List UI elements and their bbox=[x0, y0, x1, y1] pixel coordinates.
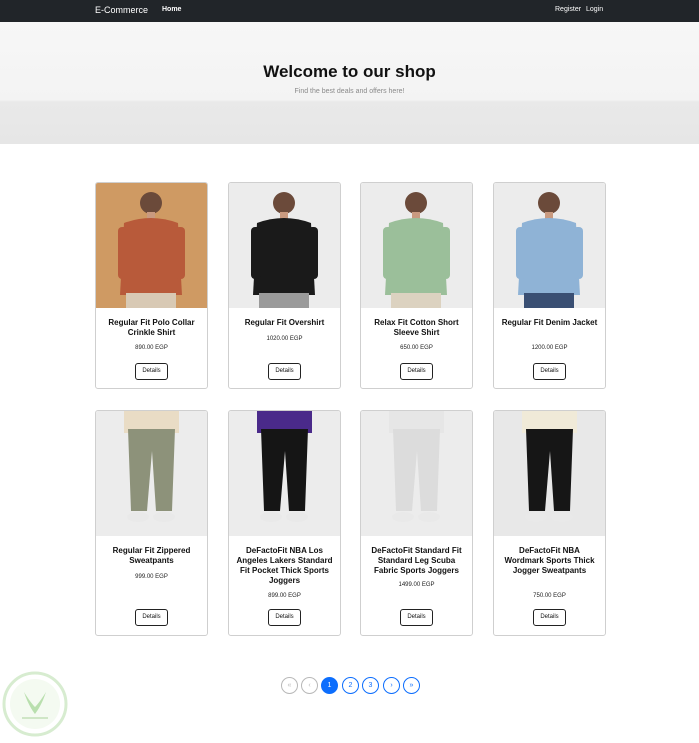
details-button[interactable]: Details bbox=[268, 609, 301, 626]
product-card: DeFactoFit Standard Fit Standard Leg Scu… bbox=[360, 410, 473, 636]
details-button[interactable]: Details bbox=[533, 363, 566, 380]
pagination-last[interactable]: » bbox=[403, 677, 420, 694]
product-image[interactable] bbox=[494, 183, 605, 308]
product-price: 1200.00 EGP bbox=[531, 345, 568, 351]
nav-link-register[interactable]: Register bbox=[555, 6, 581, 13]
product-price: 999.00 EGP bbox=[135, 574, 168, 580]
product-card: Regular Fit Zippered Sweatpants 999.00 EG… bbox=[95, 410, 208, 636]
product-title: Regular Fit Polo Collar Crinkle Shirt bbox=[108, 318, 195, 337]
hero-subtitle: Find the best deals and offers here! bbox=[294, 88, 405, 95]
nav-link-home[interactable]: Home bbox=[162, 6, 181, 13]
product-image[interactable] bbox=[494, 411, 605, 536]
pagination-page-1[interactable]: 1 bbox=[321, 677, 338, 694]
hero-title: Welcome to our shop bbox=[263, 62, 436, 81]
product-title: Relax Fit Cotton Short Sleeve Shirt bbox=[374, 318, 459, 337]
pagination-next[interactable]: › bbox=[383, 677, 400, 694]
nav-link-login[interactable]: Login bbox=[586, 6, 603, 13]
product-title: DeFactoFit NBA Los Angeles Lakers Standa… bbox=[236, 546, 333, 585]
pagination-prev[interactable]: ‹ bbox=[301, 677, 318, 694]
product-image[interactable] bbox=[229, 411, 340, 536]
product-card: Regular Fit Overshirt 1020.00 EGP Details bbox=[228, 182, 341, 389]
product-image[interactable] bbox=[361, 183, 472, 308]
pagination-first[interactable]: « bbox=[281, 677, 298, 694]
product-title: DeFactoFit Standard Fit Standard Leg Scu… bbox=[371, 546, 462, 575]
product-card: Regular Fit Polo Collar Crinkle Shirt 890… bbox=[95, 182, 208, 389]
product-image[interactable] bbox=[361, 411, 472, 536]
product-title: DeFactoFit NBA Wordmark Sports Thick Jog… bbox=[504, 546, 595, 575]
hero-banner: Welcome to our shop Find the best deals … bbox=[0, 22, 699, 144]
product-image[interactable] bbox=[229, 183, 340, 308]
brand-link[interactable]: E-Commerce bbox=[95, 5, 148, 15]
details-button[interactable]: Details bbox=[268, 363, 301, 380]
product-price: 1020.00 EGP bbox=[266, 336, 303, 342]
product-title: Regular Fit Zippered Sweatpants bbox=[112, 546, 191, 565]
product-price: 899.00 EGP bbox=[268, 593, 301, 599]
navbar: E-Commerce Home Register Login bbox=[0, 0, 699, 22]
product-title: Regular Fit Denim Jacket bbox=[501, 318, 598, 327]
pagination-page-2[interactable]: 2 bbox=[342, 677, 359, 694]
details-button[interactable]: Details bbox=[400, 363, 433, 380]
details-button[interactable]: Details bbox=[135, 609, 168, 626]
product-image[interactable] bbox=[96, 411, 207, 536]
watermark-logo bbox=[0, 670, 70, 738]
product-card: DeFactoFit NBA Wordmark Sports Thick Jog… bbox=[493, 410, 606, 636]
product-card: DeFactoFit NBA Los Angeles Lakers Standa… bbox=[228, 410, 341, 636]
product-image[interactable] bbox=[96, 183, 207, 308]
product-price: 1499.00 EGP bbox=[398, 582, 435, 588]
product-price: 890.00 EGP bbox=[135, 345, 168, 351]
details-button[interactable]: Details bbox=[135, 363, 168, 380]
details-button[interactable]: Details bbox=[533, 609, 566, 626]
product-card: Regular Fit Denim Jacket 1200.00 EGP Detai… bbox=[493, 182, 606, 389]
product-price: 650.00 EGP bbox=[400, 345, 433, 351]
product-price: 750.00 EGP bbox=[533, 593, 566, 599]
product-card: Relax Fit Cotton Short Sleeve Shirt 650.0… bbox=[360, 182, 473, 389]
details-button[interactable]: Details bbox=[400, 609, 433, 626]
product-title: Regular Fit Overshirt bbox=[244, 318, 325, 327]
pagination-page-3[interactable]: 3 bbox=[362, 677, 379, 694]
